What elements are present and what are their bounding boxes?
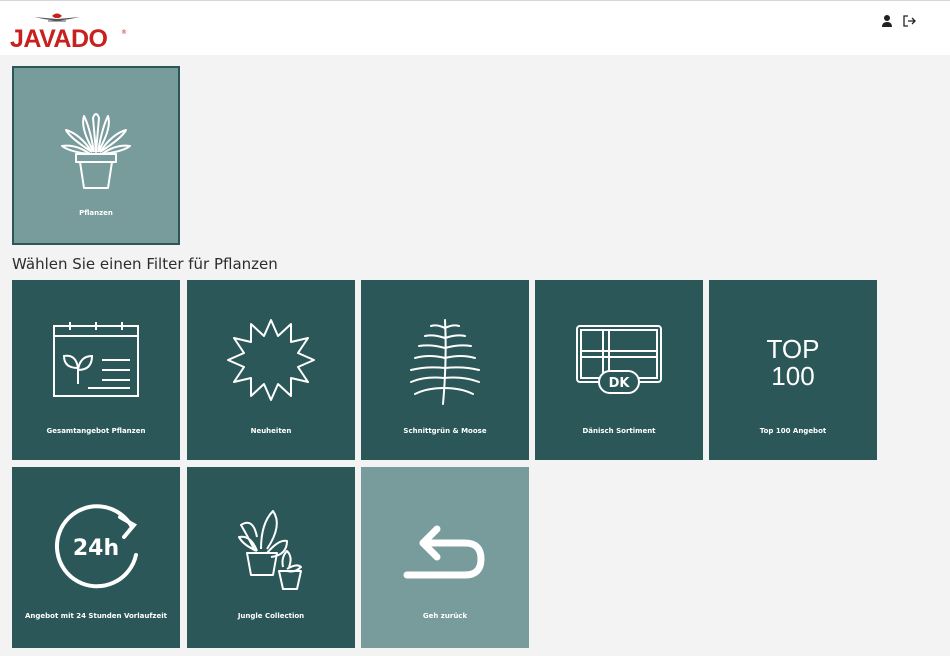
app-header: JAVADO ® bbox=[0, 1, 950, 55]
registered-mark: ® bbox=[121, 29, 127, 36]
back-label: Geh zurück bbox=[422, 612, 468, 620]
filter-tile-schnittgruen[interactable]: Schnittgrün & Moose bbox=[361, 280, 529, 460]
top100-line2: 100 bbox=[771, 361, 815, 391]
filter-tile-jungle[interactable]: Jungle Collection bbox=[187, 467, 355, 648]
24h-text: 24h bbox=[73, 536, 119, 561]
top100-line1: TOP bbox=[766, 334, 820, 364]
category-label: Pflanzen bbox=[79, 209, 113, 217]
logo-bird-emblem bbox=[34, 13, 80, 22]
filter-label: Gesamtangebot Pflanzen bbox=[46, 427, 146, 435]
filter-label: Dänisch Sortiment bbox=[582, 427, 656, 435]
filter-heading: Wählen Sie einen Filter für Pflanzen bbox=[12, 255, 278, 273]
logout-icon[interactable] bbox=[902, 14, 916, 28]
back-arrow-icon bbox=[403, 525, 485, 579]
top100-icon: TOP 100 bbox=[709, 336, 877, 390]
filter-tile-top100[interactable]: TOP 100 Top 100 Angebot bbox=[709, 280, 877, 460]
logo-text: JAVADO bbox=[10, 25, 108, 53]
house-plants-icon bbox=[238, 510, 302, 590]
filter-tile-gesamtangebot[interactable]: Gesamtangebot Pflanzen bbox=[12, 280, 180, 460]
filter-label: Jungle Collection bbox=[237, 612, 305, 620]
24h-clock-icon: 24h bbox=[55, 504, 138, 589]
svg-text:DK: DK bbox=[609, 376, 631, 391]
user-icon[interactable] bbox=[880, 14, 894, 28]
filter-tile-daenisch[interactable]: DK Dänisch Sortiment bbox=[535, 280, 703, 460]
filter-label: Schnittgrün & Moose bbox=[403, 427, 487, 435]
filter-label: Angebot mit 24 Stunden Vorlaufzeit bbox=[25, 612, 167, 620]
filter-tile-neuheiten[interactable]: Neuheiten bbox=[187, 280, 355, 460]
back-tile[interactable]: Geh zurück bbox=[361, 467, 529, 648]
filter-tile-24h[interactable]: 24h Angebot mit 24 Stunden Vorlaufzeit bbox=[12, 467, 180, 648]
category-tile-pflanzen[interactable]: Pflanzen bbox=[12, 66, 180, 245]
filter-label: Neuheiten bbox=[250, 427, 292, 435]
filter-label: Top 100 Angebot bbox=[759, 427, 827, 435]
javado-logo[interactable]: JAVADO ® bbox=[10, 11, 130, 55]
